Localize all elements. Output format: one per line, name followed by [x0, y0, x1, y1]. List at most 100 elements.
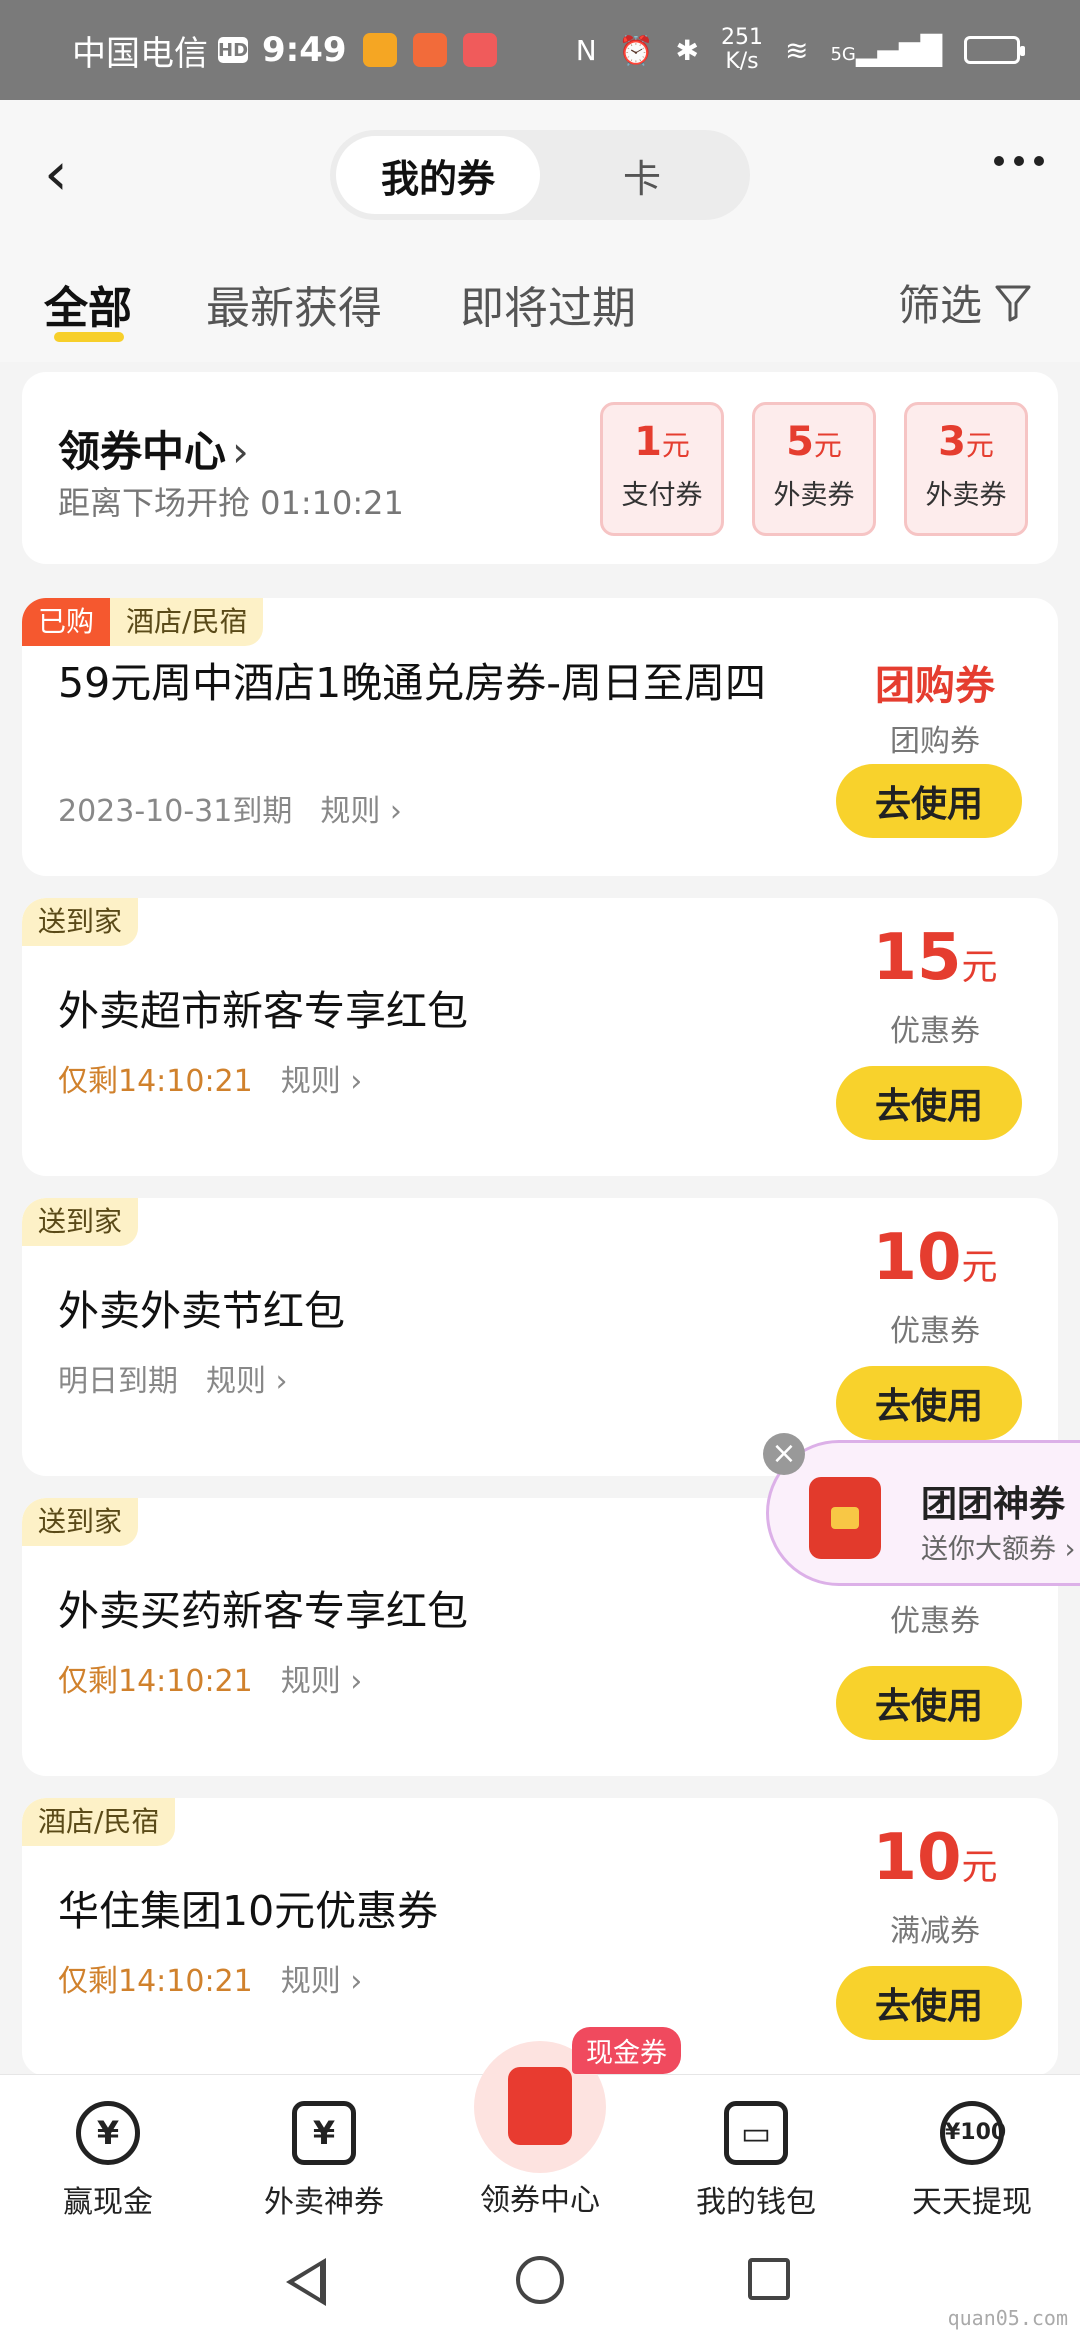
red-envelope-icon: [809, 1477, 881, 1559]
rules-link[interactable]: 规则 ›: [281, 1956, 363, 2000]
rules-link[interactable]: 规则 ›: [281, 1056, 363, 1100]
wallet-icon: ▭: [724, 2101, 788, 2165]
countdown-label: 距离下场开抢 01:10:21: [58, 484, 404, 522]
coupon-meta: 明日到期 规则 ›: [58, 1356, 288, 1400]
status-badge: 已购: [22, 598, 111, 646]
signal-icon: 5G▂▄▆█: [830, 33, 942, 67]
book-app-icon: [462, 33, 497, 67]
category-tag: 送到家: [22, 1498, 139, 1546]
tab-expiring[interactable]: 即将过期: [460, 272, 636, 336]
countdown-label: 仅剩14:10:21: [58, 1664, 253, 1699]
coupon-card: 送到家 外卖超市新客专享红包 仅剩14:10:21 规则 › 15元 优惠券 去…: [22, 898, 1058, 1176]
watermark: quan05.com: [947, 2306, 1068, 2330]
coupon-amount: 15元: [872, 921, 998, 995]
notification-app-icon: [412, 33, 447, 67]
status-bar: 中国电信 HD 9:49 N ⏰ ✱ 251 K/s ≋ 5G▂▄▆█: [0, 0, 1080, 100]
rules-link[interactable]: 规则 ›: [281, 1656, 363, 1700]
tab-my-coupons[interactable]: 我的券: [336, 136, 540, 214]
nav-my-wallet[interactable]: ▭ 我的钱包: [648, 2075, 864, 2235]
hundred-coin-icon: ¥100: [940, 2101, 1006, 2165]
network-speed: 251 K/s: [720, 25, 763, 74]
category-tag: 酒店/民宿: [22, 1798, 176, 1846]
coupon-type: 优惠券: [890, 1014, 980, 1049]
funnel-icon: [995, 285, 1031, 321]
coupon-meta: 仅剩14:10:21 规则 ›: [58, 1056, 362, 1100]
nav-takeout-coupons[interactable]: ¥ 外卖神券: [216, 2075, 432, 2235]
wifi-icon: ≋: [784, 33, 809, 67]
bottom-nav: ¥ 赢现金 ¥ 外卖神券 现金券 领券中心 ▭ 我的钱包 ¥100 天天提现: [0, 2027, 1080, 2235]
coupon-card: 送到家 外卖外卖节红包 明日到期 规则 › 10元 优惠券 去使用: [22, 1198, 1058, 1476]
countdown-label: 仅剩14:10:21: [58, 1964, 253, 1999]
promo-title: 团团神券: [921, 1484, 1066, 1525]
countdown-label: 仅剩14:10:21: [58, 1064, 253, 1099]
carrier-label: 中国电信: [72, 33, 208, 74]
mini-coupon[interactable]: 1元 支付券: [600, 402, 724, 536]
coupon-center-title[interactable]: 领券中心 ›: [58, 418, 249, 479]
tab-cards[interactable]: 卡: [540, 136, 744, 214]
clock: 9:49: [262, 30, 347, 70]
alarm-icon: ⏰: [618, 33, 654, 67]
coupon-title: 59元周中酒店1晚通兑房券-周日至周四: [58, 659, 767, 707]
system-recents-icon[interactable]: [748, 2258, 790, 2300]
chevron-right-icon: ›: [232, 427, 249, 476]
nav-daily-withdraw[interactable]: ¥100 天天提现: [864, 2075, 1080, 2235]
coupon-type: 团购券: [890, 724, 980, 759]
coupon-amount: 10元: [872, 1221, 998, 1295]
coupon-center-card[interactable]: 领券中心 › 距离下场开抢 01:10:21 1元 支付券 5元 外卖券 3元 外…: [22, 372, 1058, 564]
category-tag: 送到家: [22, 1198, 139, 1246]
coupon-amount: 10元: [872, 1821, 998, 1895]
expiry-label: 明日到期: [58, 1364, 178, 1399]
promo-float[interactable]: × 团团神券 送你大额券 ›: [763, 1433, 1080, 1586]
battery-icon: [964, 36, 1025, 64]
tab-newest[interactable]: 最新获得: [206, 272, 382, 336]
use-button[interactable]: 去使用: [836, 1066, 1022, 1140]
rules-link[interactable]: 规则 ›: [320, 786, 402, 830]
rules-link[interactable]: 规则 ›: [206, 1356, 288, 1400]
back-icon[interactable]: ‹: [44, 144, 104, 204]
system-back-icon[interactable]: [286, 2258, 326, 2306]
use-button[interactable]: 去使用: [836, 1966, 1022, 2040]
page-header: ‹ 我的券 卡: [0, 100, 1080, 254]
use-button[interactable]: 去使用: [836, 1666, 1022, 1740]
yen-circle-icon: ¥: [76, 2101, 140, 2165]
use-button[interactable]: 去使用: [836, 764, 1022, 838]
use-button[interactable]: 去使用: [836, 1366, 1022, 1440]
more-icon[interactable]: [994, 156, 1044, 166]
coupon-meta: 仅剩14:10:21 规则 ›: [58, 1656, 362, 1700]
system-nav-bar: quan05.com: [0, 2234, 1080, 2340]
nav-win-cash[interactable]: ¥ 赢现金: [0, 2075, 216, 2235]
segmented-control: 我的券 卡: [330, 130, 750, 220]
close-icon[interactable]: ×: [763, 1433, 805, 1475]
coupon-value: 团购券: [875, 663, 995, 709]
nfc-icon: N: [575, 33, 597, 67]
coupon-card: 已购 酒店/民宿 59元周中酒店1晚通兑房券-周日至周四 2023-10-31到…: [22, 598, 1058, 876]
category-tag: 送到家: [22, 898, 139, 946]
filter-button[interactable]: 筛选: [898, 272, 1032, 333]
coupon-title: 外卖超市新客专享红包: [58, 987, 468, 1035]
filter-bar: 全部 最新获得 即将过期 筛选: [0, 254, 1080, 362]
coupon-type: 优惠券: [890, 1314, 980, 1349]
yen-bag-icon: ¥: [292, 2101, 356, 2165]
mini-coupon[interactable]: 3元 外卖券: [904, 402, 1028, 536]
coupon-title: 外卖外卖节红包: [58, 1287, 345, 1335]
bluetooth-icon: ✱: [675, 33, 699, 67]
coupon-title: 华住集团10元优惠券: [58, 1887, 439, 1935]
coupon-title: 外卖买药新客专享红包: [58, 1587, 468, 1635]
coupon-card: 酒店/民宿 华住集团10元优惠券 仅剩14:10:21 规则 › 10元 满减券…: [22, 1798, 1058, 2076]
filter-label: 筛选: [897, 281, 982, 330]
red-envelope-icon[interactable]: [508, 2067, 572, 2145]
coupon-meta: 仅剩14:10:21 规则 ›: [58, 1956, 362, 2000]
category-tag: 酒店/民宿: [110, 598, 264, 646]
cash-coupon-badge: 现金券: [572, 2027, 681, 2074]
coupon-type: 优惠券: [890, 1604, 980, 1639]
promo-subtitle: 送你大额券 ›: [921, 1534, 1076, 1565]
hd-badge: HD: [218, 37, 248, 63]
coupon-meta: 2023-10-31到期 规则 ›: [58, 786, 402, 830]
system-home-icon[interactable]: [516, 2256, 564, 2304]
coupon-type: 满减券: [890, 1914, 980, 1949]
taobao-app-icon: [362, 33, 397, 67]
tab-all[interactable]: 全部: [44, 272, 132, 336]
nav-coupon-center[interactable]: 领券中心: [432, 2175, 648, 2219]
mini-coupon[interactable]: 5元 外卖券: [752, 402, 876, 536]
active-tab-indicator: [54, 332, 124, 342]
